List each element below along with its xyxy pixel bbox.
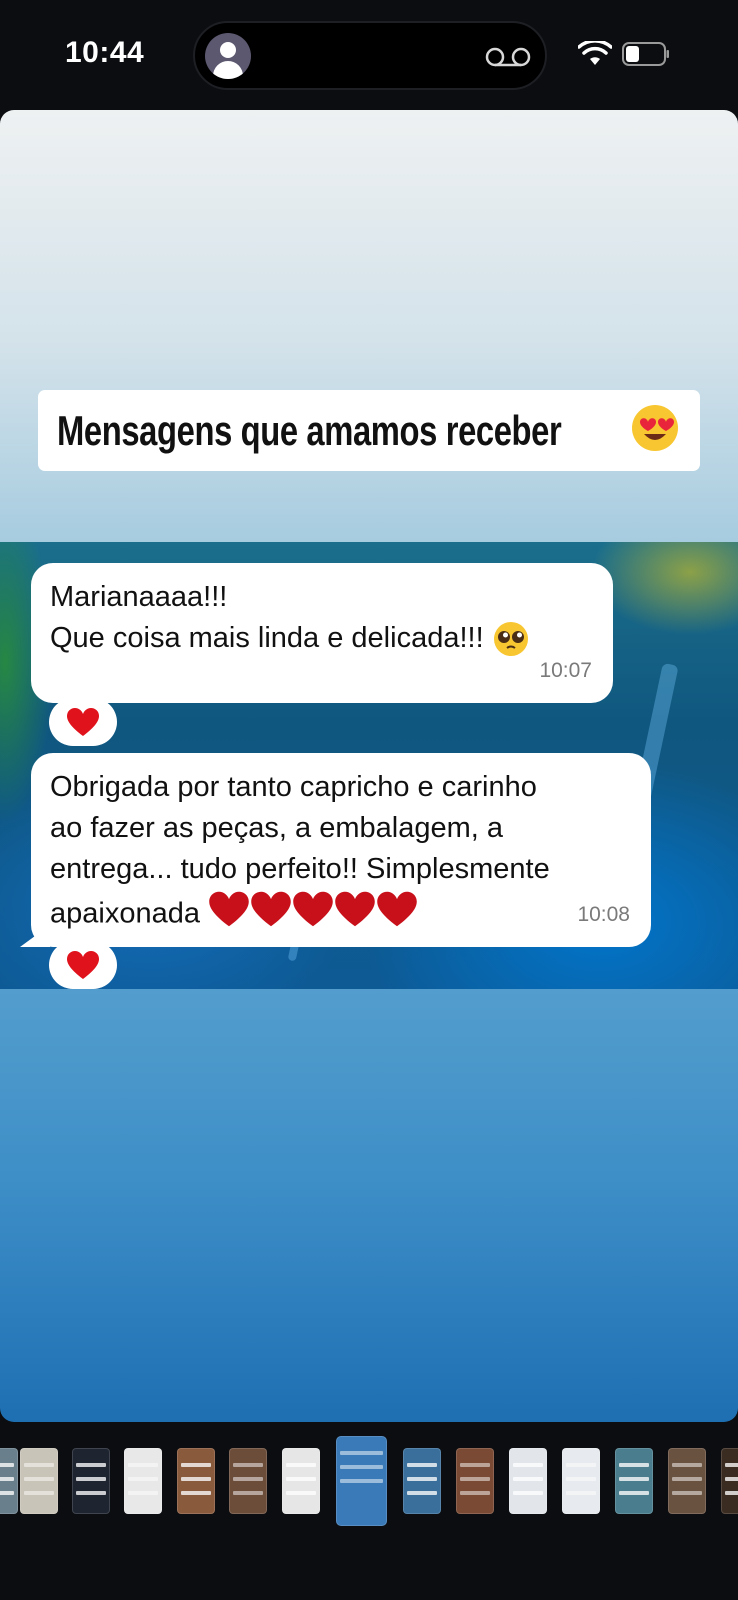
message-line: entrega... tudo perfeito!! Simplesmente: [50, 853, 550, 885]
voicemail-icon: [485, 47, 531, 67]
red-heart-icon: [67, 708, 99, 736]
contact-avatar-icon: [205, 33, 251, 79]
story-thumbnail[interactable]: [124, 1448, 162, 1514]
headline-text: Mensagens que amamos receber: [57, 406, 562, 454]
red-heart-icon: [208, 890, 418, 940]
story-thumbnail[interactable]: [229, 1448, 267, 1514]
red-heart-icon: [67, 951, 99, 979]
heart-reaction-1[interactable]: [49, 698, 117, 746]
story-thumbnail[interactable]: [177, 1448, 215, 1514]
message-line: Marianaaaa!!!: [50, 581, 228, 613]
message-line: Que coisa mais linda e delicada!!!: [50, 618, 593, 659]
story-thumbnail[interactable]: [282, 1448, 320, 1514]
heart-reaction-2[interactable]: [49, 941, 117, 989]
story-thumbnail[interactable]: [403, 1448, 441, 1514]
story-thumbnail[interactable]: [336, 1436, 387, 1526]
battery-icon: [622, 42, 669, 66]
story-thumbnail[interactable]: [615, 1448, 653, 1514]
status-time: 10:44: [65, 36, 145, 69]
story-thumbnail-strip[interactable]: [0, 1430, 738, 1530]
story-thumbnail[interactable]: [456, 1448, 494, 1514]
chat-bubble-2: Obrigada por tanto capricho e carinho ao…: [31, 753, 651, 947]
status-bar: 10:44: [0, 0, 738, 105]
chat-bubble-1: Marianaaaa!!! Que coisa mais linda e del…: [31, 563, 613, 703]
story-thumbnail[interactable]: [668, 1448, 706, 1514]
story-thumbnail[interactable]: [20, 1448, 58, 1514]
story-thumbnail[interactable]: [721, 1448, 738, 1514]
story-thumbnail[interactable]: [509, 1448, 547, 1514]
message-timestamp: 10:07: [539, 659, 592, 682]
message-line: Obrigada por tanto capricho e carinho: [50, 771, 537, 803]
message-line: apaixonada: [50, 890, 631, 940]
story-thumbnail[interactable]: [72, 1448, 110, 1514]
story-headline: Mensagens que amamos receber: [38, 390, 700, 471]
heart-eyes-emoji-icon: [632, 405, 678, 451]
story-thumbnail[interactable]: [0, 1448, 18, 1514]
dynamic-island[interactable]: [193, 21, 547, 90]
message-line: ao fazer as peças, a embalagem, a: [50, 812, 503, 844]
pleading-face-emoji-icon: [493, 622, 528, 657]
message-timestamp: 10:08: [577, 903, 630, 926]
story-thumbnail[interactable]: [562, 1448, 600, 1514]
wifi-icon: [578, 41, 612, 65]
